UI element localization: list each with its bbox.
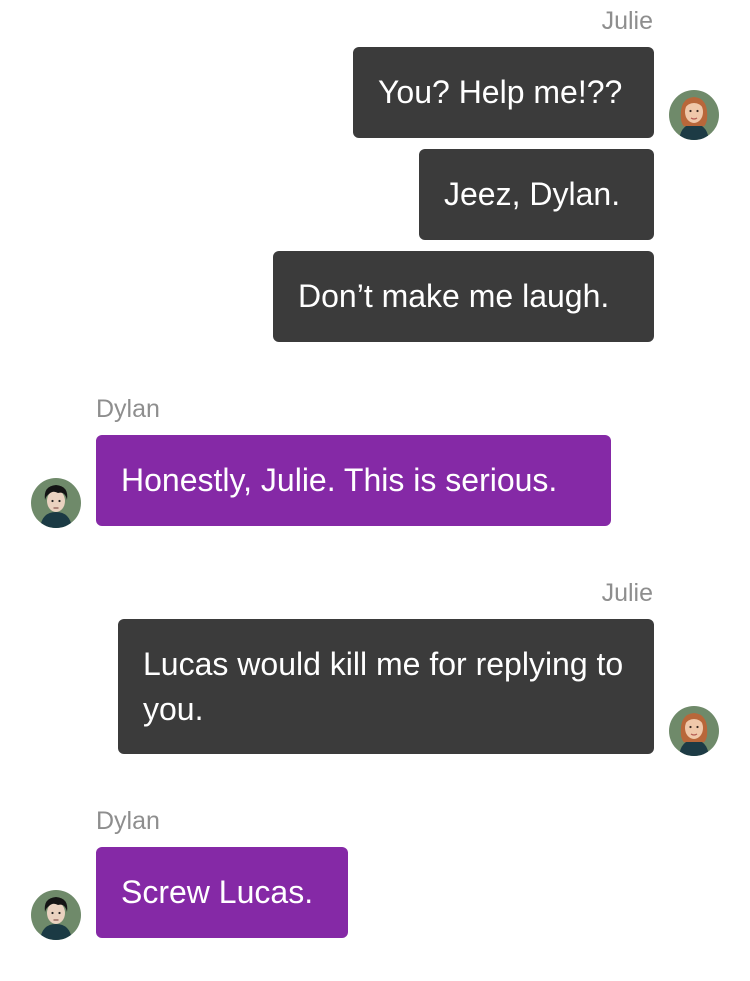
message-bubble[interactable]: Jeez, Dylan. — [419, 149, 654, 240]
message-bubble[interactable]: Don’t make me laugh. — [273, 251, 654, 342]
sender-name: Dylan — [96, 807, 160, 835]
sender-name: Julie — [601, 7, 653, 35]
message-bubble[interactable]: Screw Lucas. — [96, 847, 348, 938]
message-bubble[interactable]: Lucas would kill me for replying to you. — [118, 619, 654, 754]
sender-name: Julie — [601, 579, 653, 607]
sender-name: Dylan — [96, 395, 160, 423]
dylan-avatar-icon[interactable] — [31, 478, 81, 528]
message-bubble[interactable]: You? Help me!?? — [353, 47, 654, 138]
julie-avatar-icon[interactable] — [669, 90, 719, 140]
message-bubble[interactable]: Honestly, Julie. This is serious. — [96, 435, 611, 526]
julie-avatar-icon[interactable] — [669, 706, 719, 756]
dylan-avatar-icon[interactable] — [31, 890, 81, 940]
